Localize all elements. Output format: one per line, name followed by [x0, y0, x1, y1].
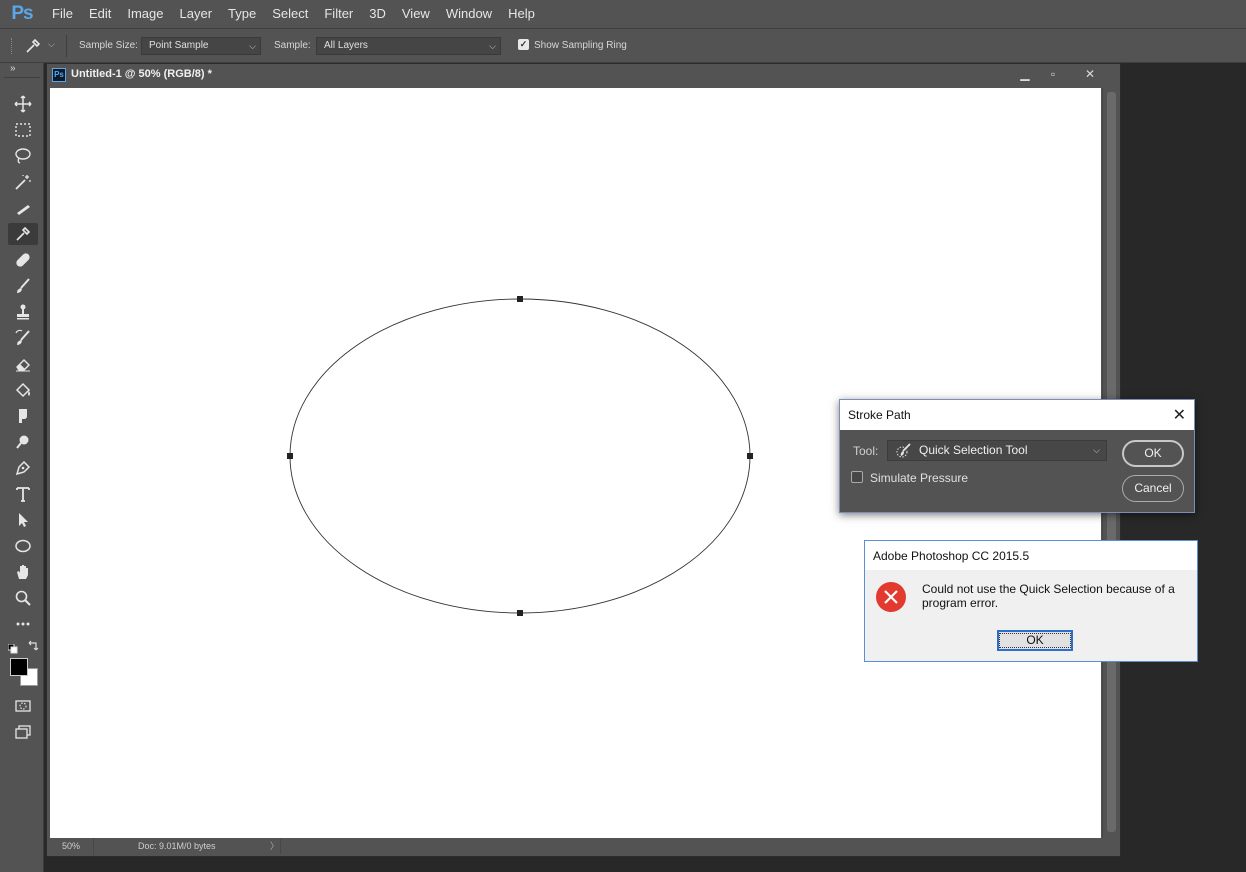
- menu-filter[interactable]: Filter: [316, 0, 361, 28]
- menu-image[interactable]: Image: [119, 0, 171, 28]
- document-title: Untitled-1 @ 50% (RGB/8) *: [71, 68, 212, 80]
- menu-edit[interactable]: Edit: [81, 0, 119, 28]
- menu-window[interactable]: Window: [438, 0, 500, 28]
- document-tab[interactable]: Ps Untitled-1 @ 50% (RGB/8) * ▁ ▫ ✕: [47, 64, 1120, 86]
- ps-logo: Ps: [11, 3, 33, 24]
- magic-wand-tool-icon[interactable]: [8, 171, 38, 193]
- screen-mode-icon[interactable]: [8, 721, 38, 743]
- more-tools-icon[interactable]: [8, 613, 38, 635]
- error-ok-label: OK: [999, 633, 1071, 648]
- options-separator: [66, 35, 67, 57]
- move-tool-icon[interactable]: [8, 93, 38, 115]
- error-message: Could not use the Quick Selection becaus…: [922, 582, 1175, 610]
- default-colors-icon[interactable]: [7, 641, 18, 654]
- dialog-titlebar[interactable]: Stroke Path ✕: [840, 400, 1194, 430]
- error-dialog-title: Adobe Photoshop CC 2015.5: [873, 549, 1030, 563]
- dodge-tool-icon[interactable]: [8, 431, 38, 453]
- collapse-panel-icon[interactable]: »: [10, 63, 16, 74]
- hand-tool-icon[interactable]: [8, 561, 38, 583]
- history-brush-tool-icon[interactable]: [8, 327, 38, 349]
- anchor-point[interactable]: [517, 610, 523, 616]
- pen-tool-icon[interactable]: [8, 457, 38, 479]
- menu-3d[interactable]: 3D: [361, 0, 394, 28]
- eraser-tool-icon[interactable]: [8, 353, 38, 375]
- dialog-title: Stroke Path: [848, 408, 911, 422]
- show-sampling-ring-label: Show Sampling Ring: [534, 40, 627, 51]
- sample-dropdown[interactable]: All Layers ⌵: [316, 37, 501, 55]
- error-dialog-body: Could not use the Quick Selection becaus…: [865, 570, 1197, 661]
- menu-layer[interactable]: Layer: [172, 0, 221, 28]
- type-tool-icon[interactable]: [8, 483, 38, 505]
- tool-dropdown-value: Quick Selection Tool: [919, 443, 1028, 457]
- minimize-icon[interactable]: ▁: [1014, 65, 1036, 83]
- anchor-point[interactable]: [517, 296, 523, 302]
- chevron-down-icon: ⌵: [1093, 445, 1100, 455]
- menu-type[interactable]: Type: [220, 0, 264, 28]
- eyedropper-tool-icon[interactable]: [8, 223, 38, 245]
- maximize-icon[interactable]: ▫: [1042, 65, 1064, 83]
- sample-size-label: Sample Size:: [79, 40, 138, 51]
- simulate-pressure-label: Simulate Pressure: [870, 471, 969, 485]
- close-icon[interactable]: ✕: [1173, 405, 1186, 425]
- status-bar: 50% Doc: 9.01M/0 bytes 〉: [50, 838, 1120, 855]
- stroke-path-dialog: Stroke Path ✕ Tool: Quick Selection Tool…: [839, 399, 1195, 513]
- crop-tool-icon[interactable]: [8, 197, 38, 219]
- ps-document-icon: Ps: [52, 68, 66, 82]
- sample-size-value: Point Sample: [149, 40, 209, 51]
- status-divider: [280, 839, 281, 854]
- show-sampling-ring-checkbox[interactable]: ✓: [518, 39, 529, 50]
- tools-panel: »: [0, 63, 44, 872]
- quick-mask-icon[interactable]: [8, 695, 38, 717]
- sample-label: Sample:: [274, 40, 311, 51]
- chevron-down-icon: ⌵: [489, 41, 496, 51]
- photoshop-window: Ps File Edit Image Layer Type Select Fil…: [0, 0, 1246, 872]
- ok-button[interactable]: OK: [1122, 440, 1184, 467]
- path-selection-tool-icon[interactable]: [8, 509, 38, 531]
- menu-select[interactable]: Select: [264, 0, 316, 28]
- sample-value: All Layers: [324, 40, 368, 51]
- tool-dropdown[interactable]: Quick Selection Tool ⌵: [887, 440, 1107, 461]
- menu-bar: Ps File Edit Image Layer Type Select Fil…: [0, 0, 1246, 28]
- tool-label: Tool:: [853, 444, 879, 458]
- chevron-down-icon: ⌵: [249, 41, 256, 51]
- eyedropper-preset-icon[interactable]: [24, 37, 42, 55]
- lasso-tool-icon[interactable]: [8, 145, 38, 167]
- options-bar-grip[interactable]: [11, 38, 14, 54]
- quick-selection-icon: [896, 443, 912, 459]
- doc-size-info: Doc: 9.01M/0 bytes: [138, 841, 216, 851]
- error-dialog: Adobe Photoshop CC 2015.5 Could not use …: [864, 540, 1198, 662]
- zoom-tool-icon[interactable]: [8, 587, 38, 609]
- error-ok-button[interactable]: OK: [997, 630, 1073, 651]
- tool-preset-chevron-icon[interactable]: ⌵: [48, 39, 55, 50]
- error-icon: [876, 582, 906, 612]
- zoom-level-field[interactable]: 50%: [50, 838, 94, 855]
- simulate-pressure-checkbox[interactable]: [851, 471, 863, 483]
- anchor-point[interactable]: [747, 453, 753, 459]
- close-document-icon[interactable]: ✕: [1079, 65, 1101, 83]
- healing-brush-tool-icon[interactable]: [8, 249, 38, 271]
- options-bar: ⌵ Sample Size: Point Sample ⌵ Sample: Al…: [0, 28, 1246, 63]
- error-dialog-titlebar[interactable]: Adobe Photoshop CC 2015.5: [865, 541, 1197, 570]
- brush-tool-icon[interactable]: [8, 275, 38, 297]
- tools-panel-divider: [4, 77, 40, 79]
- swap-colors-icon[interactable]: [27, 639, 39, 651]
- anchor-point[interactable]: [287, 453, 293, 459]
- foreground-color-swatch[interactable]: [10, 658, 28, 676]
- ellipse-path[interactable]: [289, 298, 751, 614]
- marquee-tool-icon[interactable]: [8, 119, 38, 141]
- sample-size-dropdown[interactable]: Point Sample ⌵: [141, 37, 261, 55]
- ellipse-tool-icon[interactable]: [8, 535, 38, 557]
- cancel-button[interactable]: Cancel: [1122, 475, 1184, 502]
- smudge-tool-icon[interactable]: [8, 405, 38, 427]
- menu-view[interactable]: View: [394, 0, 438, 28]
- status-menu-arrow-icon[interactable]: 〉: [270, 838, 279, 854]
- menu-help[interactable]: Help: [500, 0, 543, 28]
- clone-stamp-tool-icon[interactable]: [8, 301, 38, 323]
- paint-bucket-tool-icon[interactable]: [8, 379, 38, 401]
- menu-file[interactable]: File: [44, 0, 81, 28]
